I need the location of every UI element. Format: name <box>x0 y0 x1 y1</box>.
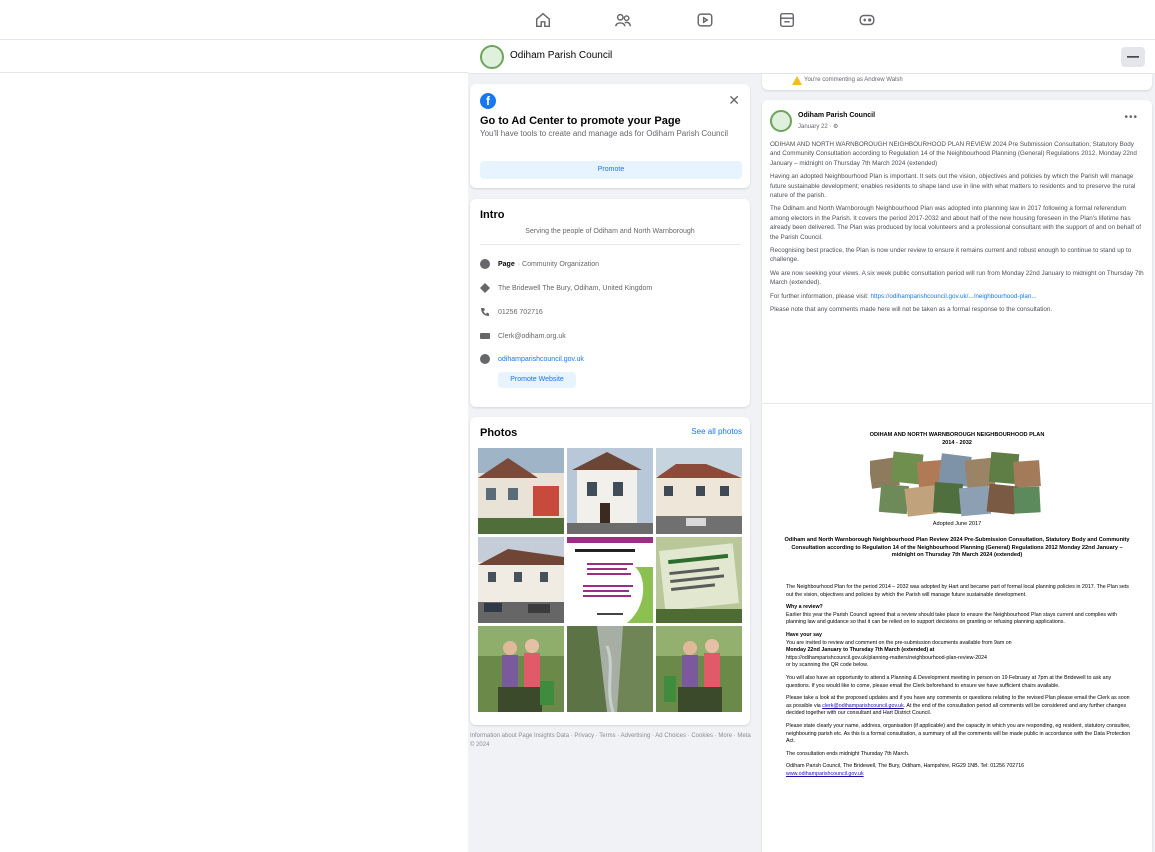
intro-address: The Bridewell The Bury, Odiham, United K… <box>480 281 740 295</box>
website-link[interactable]: odihamparishcouncil.gov.uk <box>498 356 584 363</box>
intro-bio: Serving the people of Odiham and North W… <box>525 228 695 235</box>
doc-photo-collage <box>870 451 1041 517</box>
post-paragraph: Please note that any comments made here … <box>770 306 1053 314</box>
photos-card: Photos See all photos <box>470 417 750 725</box>
doc-privacy-text: Please state clearly your name, address,… <box>786 722 1131 745</box>
photo-thumbnail[interactable] <box>478 448 564 534</box>
doc-address: Odiham Parish Council, The Bridewell, Th… <box>786 763 1131 778</box>
photo-thumbnail[interactable] <box>656 537 742 623</box>
doc-why-text: Earlier this year the Parish Council agr… <box>786 611 1117 626</box>
commenting-as-notice: You're commenting as Andrew Walsh <box>762 74 1152 90</box>
post-attached-image[interactable]: ODIHAM AND NORTH WARNBOROUGH NEIGHBOURHO… <box>762 403 1152 852</box>
doc-title-years: 2014 - 2032 <box>942 440 972 446</box>
doc-say-text: You are invited to review and comment on… <box>786 639 1012 646</box>
photo-thumbnail[interactable] <box>567 626 653 712</box>
further-info-link[interactable]: https://odihamparishcouncil.gov.uk/.../n… <box>870 293 1036 300</box>
doc-comments-email: clerk@odihamparishcouncil.gov.uk <box>822 702 904 709</box>
post-paragraph: Having an adopted Neighbourhood Plan is … <box>770 173 1136 200</box>
intro-heading: Intro <box>480 209 505 221</box>
photo-thumbnail[interactable] <box>656 626 742 712</box>
doc-title-line: ODIHAM AND NORTH WARNBOROUGH NEIGHBOURHO… <box>869 432 1045 438</box>
close-icon[interactable]: ✕ <box>728 92 740 109</box>
intro-website: odihamparishcouncil.gov.uk <box>480 352 740 366</box>
post-author-name[interactable]: Odiham Parish Council <box>798 112 875 119</box>
doc-address-link: www.odihamparishcouncil.gov.uk <box>786 770 864 777</box>
post-paragraph: The Odiham and North Warnborough Neighbo… <box>770 205 1141 241</box>
left-panel-divider <box>0 72 468 73</box>
photo-thumbnail[interactable] <box>478 626 564 712</box>
page-label: Page <box>498 260 515 268</box>
photo-thumbnail[interactable] <box>656 448 742 534</box>
left-panel <box>0 40 468 852</box>
warning-icon <box>792 76 802 85</box>
photo-thumbnail[interactable] <box>567 448 653 534</box>
doc-say-dates: Monday 22nd January to Thursday 7th Marc… <box>786 647 935 654</box>
further-info-prefix: For further information, please visit: <box>770 292 869 300</box>
intro-divider <box>480 244 740 245</box>
photo-thumbnail[interactable] <box>478 537 564 623</box>
email-text[interactable]: Clerk@odiham.org.uk <box>498 333 566 340</box>
post-paragraph: Recognising best practice, the Plan is n… <box>770 247 1132 264</box>
top-navigation-bar <box>0 0 1155 40</box>
post-further-info: For further information, please visit: h… <box>770 292 1146 301</box>
doc-why-heading: Why a review? <box>786 604 823 611</box>
marketplace-icon[interactable] <box>776 10 798 30</box>
intro-card: Intro Serving the people of Odiham and N… <box>470 199 750 407</box>
globe-icon <box>480 354 490 364</box>
post-paragraph: ODIHAM AND NORTH WARNBOROUGH NEIGHBOURHO… <box>770 141 1137 167</box>
doc-say-section: Have your say You are invited to review … <box>786 632 1131 670</box>
promote-website-button[interactable]: Promote Website <box>498 372 576 388</box>
post-more-options-icon[interactable]: ••• <box>1124 112 1138 123</box>
post-timestamp[interactable]: January 22 · ⚙ <box>798 123 838 130</box>
doc-meeting-text: You will also have an opportunity to att… <box>786 674 1112 689</box>
intro-phone: 01256 702716 <box>480 305 740 319</box>
doc-intro: The Neighbourhood Plan for the period 20… <box>786 584 1129 598</box>
post-body: ODIHAM AND NORTH WARNBOROUGH NEIGHBOURHO… <box>770 140 1146 319</box>
doc-heading: Odiham and North Warnborough Neighbourho… <box>784 537 1130 559</box>
photos-heading: Photos <box>480 427 518 439</box>
doc-close-text: The consultation ends midnight Thursday … <box>786 750 910 757</box>
address-text: The Bridewell The Bury, Odiham, United K… <box>498 284 653 292</box>
ad-center-description: You'll have tools to create and manage a… <box>480 129 729 138</box>
ad-center-title: Go to Ad Center to promote your Page <box>480 115 681 127</box>
phone-icon <box>480 307 490 317</box>
page-title[interactable]: Odiham Parish Council <box>510 50 612 61</box>
doc-address-text: Odiham Parish Council, The Bridewell, Th… <box>786 763 1025 770</box>
footer-links[interactable]: Information about Page Insights Data · P… <box>470 732 755 750</box>
doc-body: The Neighbourhood Plan for the period 20… <box>786 584 1131 783</box>
post-card: Odiham Parish Council January 22 · ⚙ •••… <box>762 100 1152 852</box>
home-icon[interactable] <box>532 10 554 30</box>
doc-say-qr: or by scanning the QR code below. <box>786 662 869 669</box>
intro-email: Clerk@odiham.org.uk <box>480 329 740 343</box>
page-category: · Community Organization <box>517 260 600 268</box>
doc-say-url: https://odihamparishcouncil.gov.uk/plann… <box>786 654 988 661</box>
promote-button[interactable]: Promote <box>480 161 742 179</box>
doc-title: ODIHAM AND NORTH WARNBOROUGH NEIGHBOURHO… <box>762 431 1152 447</box>
location-icon <box>480 283 490 293</box>
gaming-icon[interactable] <box>856 10 878 30</box>
post-author-avatar[interactable] <box>770 110 792 132</box>
doc-comments-section: Please take a look at the proposed updat… <box>786 695 1131 718</box>
ad-center-card: f ✕ Go to Ad Center to promote your Page… <box>470 84 750 188</box>
page-more-button[interactable]: — <box>1121 47 1145 67</box>
watch-icon[interactable] <box>694 10 716 30</box>
phone-text: 01256 702716 <box>498 308 543 316</box>
doc-say-heading: Have your say <box>786 631 822 638</box>
intro-page-category: Page · Community Organization <box>480 257 740 271</box>
facebook-logo-icon: f <box>480 93 496 109</box>
page-avatar[interactable] <box>480 45 504 69</box>
see-all-photos-link[interactable]: See all photos <box>691 427 742 436</box>
doc-adopted: Adopted June 2017 <box>932 521 982 527</box>
photo-thumbnail[interactable] <box>567 537 653 623</box>
info-icon <box>480 259 490 269</box>
email-icon <box>480 331 490 341</box>
commenting-as-text: You're commenting as Andrew Walsh <box>804 77 903 83</box>
friends-icon[interactable] <box>612 10 634 30</box>
page-header-bar: Odiham Parish Council — <box>468 40 1155 74</box>
post-paragraph: We are now seeking your views. A six wee… <box>770 269 1144 287</box>
doc-why-section: Why a review? Earlier this year the Pari… <box>786 604 1131 627</box>
